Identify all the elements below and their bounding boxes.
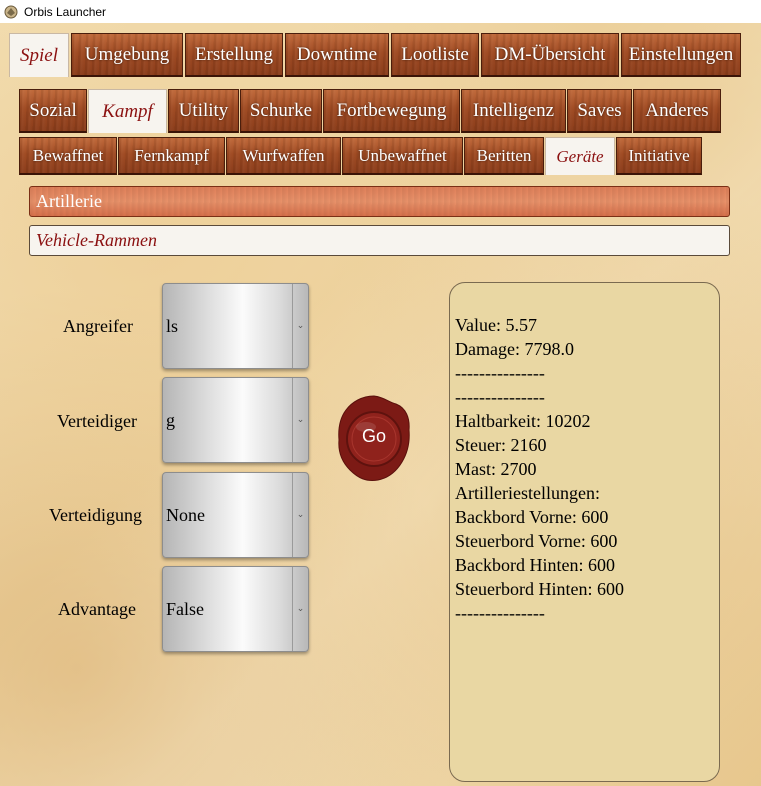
tab-fernkampf[interactable]: Fernkampf — [118, 137, 225, 175]
tab-unbewaffnet[interactable]: Unbewaffnet — [342, 137, 463, 175]
title-bar: Orbis Launcher — [0, 0, 761, 23]
tab-saves[interactable]: Saves — [567, 89, 632, 133]
tab-geraete[interactable]: Geräte — [545, 137, 615, 175]
tab-lootliste[interactable]: Lootliste — [391, 33, 479, 77]
advantage-select[interactable]: False ⌄ — [162, 566, 309, 652]
defense-select[interactable]: None ⌄ — [162, 472, 309, 558]
attacker-select[interactable]: ls ⌄ — [162, 283, 309, 369]
output-line: Value: 5.57 — [455, 315, 537, 335]
tab-anderes[interactable]: Anderes — [633, 89, 721, 133]
tab-spiel[interactable]: Spiel — [9, 33, 69, 77]
chevron-down-icon[interactable]: ⌄ — [292, 378, 308, 462]
defender-value: g — [166, 409, 175, 430]
output-line: --------------- — [455, 363, 545, 383]
defender-label: Verteidiger — [57, 411, 137, 431]
result-panel: Value: 5.57 Damage: 7798.0 -------------… — [449, 282, 720, 782]
defender-select[interactable]: g ⌄ — [162, 377, 309, 463]
output-line: Backbord Hinten: 600 — [455, 555, 615, 575]
chevron-down-icon[interactable]: ⌄ — [292, 567, 308, 651]
output-line: Steuerbord Hinten: 600 — [455, 579, 624, 599]
tab-beritten[interactable]: Beritten — [464, 137, 544, 175]
tab-einstellungen[interactable]: Einstellungen — [621, 33, 741, 77]
app-icon — [4, 5, 18, 18]
output-line: Backbord Vorne: 600 — [455, 507, 609, 527]
tab-bewaffnet[interactable]: Bewaffnet — [19, 137, 117, 175]
output-line: --------------- — [455, 387, 545, 407]
chevron-down-icon[interactable]: ⌄ — [292, 284, 308, 368]
output-line: Damage: 7798.0 — [455, 339, 574, 359]
tab-initiative[interactable]: Initiative — [616, 137, 702, 175]
tab-schurke[interactable]: Schurke — [240, 89, 322, 133]
output-line: Haltbarkeit: 10202 — [455, 411, 591, 431]
output-line: Artilleriestellungen: — [455, 483, 600, 503]
sub-tab-bar: Bewaffnet Fernkampf Wurfwaffen Unbewaffn… — [19, 137, 703, 175]
output-line: --------------- — [455, 603, 545, 623]
defense-label: Verteidigung — [49, 505, 142, 525]
window-title: Orbis Launcher — [24, 4, 107, 19]
category-tab-bar: Sozial Kampf Utility Schurke Fortbewegun… — [19, 89, 722, 133]
tab-dm-uebersicht[interactable]: DM-Übersicht — [481, 33, 619, 77]
chevron-down-icon[interactable]: ⌄ — [292, 473, 308, 557]
tab-utility[interactable]: Utility — [168, 89, 239, 133]
go-button[interactable] — [336, 394, 412, 482]
tab-downtime[interactable]: Downtime — [285, 33, 389, 77]
advantage-value: False — [166, 598, 204, 619]
output-line: Steuerbord Vorne: 600 — [455, 531, 618, 551]
attacker-value: ls — [166, 315, 179, 336]
attacker-label: Angreifer — [63, 316, 133, 336]
main-tab-bar: Spiel Umgebung Erstellung Downtime Lootl… — [9, 33, 743, 77]
defense-value: None — [166, 504, 205, 525]
list-item-artillerie[interactable]: Artillerie — [29, 186, 730, 217]
tab-erstellung[interactable]: Erstellung — [185, 33, 283, 77]
tab-umgebung[interactable]: Umgebung — [71, 33, 183, 77]
advantage-label: Advantage — [58, 599, 136, 619]
tab-fortbewegung[interactable]: Fortbewegung — [323, 89, 460, 133]
tab-wurfwaffen[interactable]: Wurfwaffen — [226, 137, 341, 175]
output-line: Mast: 2700 — [455, 459, 537, 479]
output-line: Steuer: 2160 — [455, 435, 547, 455]
tab-sozial[interactable]: Sozial — [19, 89, 87, 133]
tab-intelligenz[interactable]: Intelligenz — [461, 89, 566, 133]
list-item-vehicle-rammen[interactable]: Vehicle-Rammen — [29, 225, 730, 256]
tab-kampf[interactable]: Kampf — [88, 89, 167, 133]
